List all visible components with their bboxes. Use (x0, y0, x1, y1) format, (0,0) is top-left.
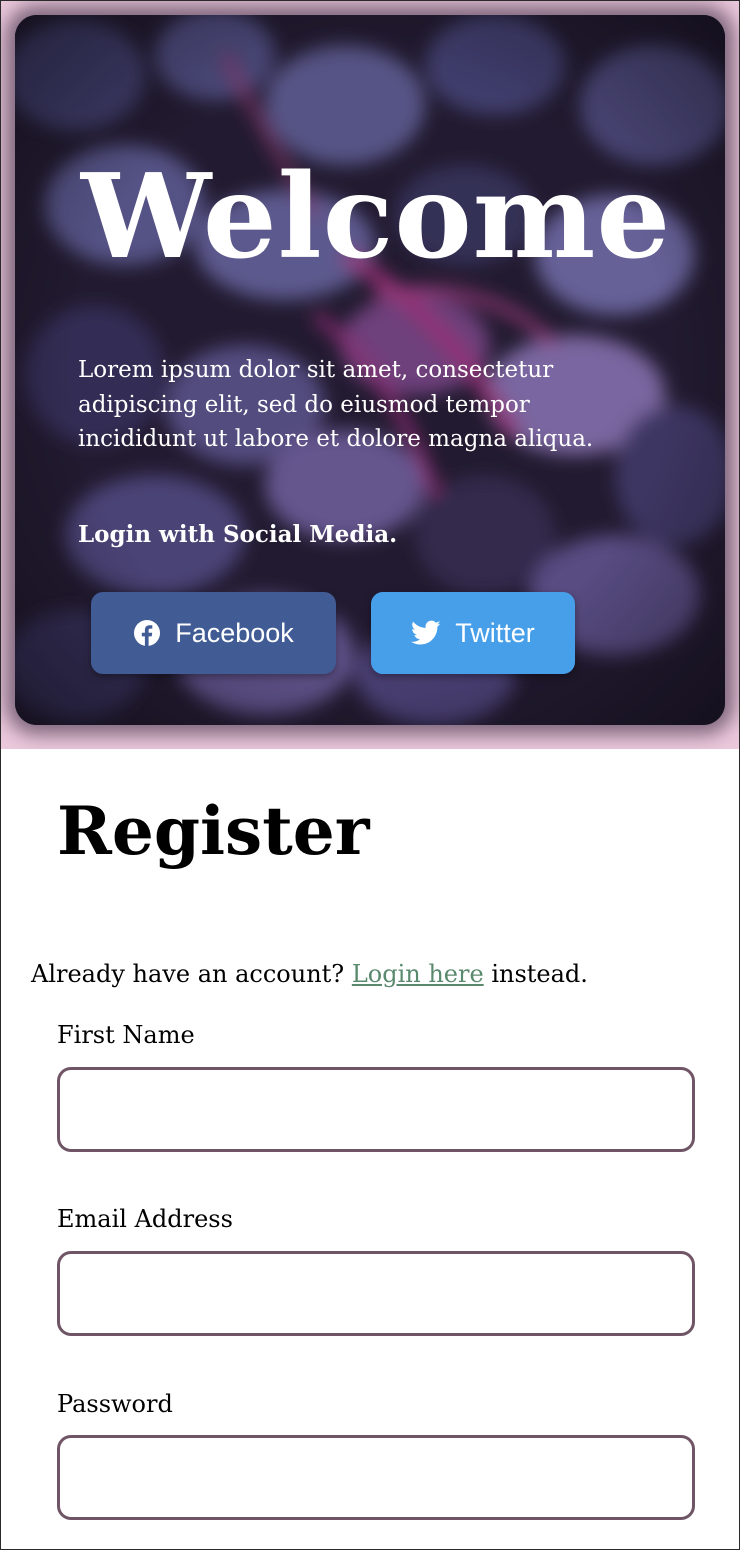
hero-section: Welcome Lorem ipsum dolor sit amet, cons… (1, 1, 739, 749)
password-label: Password (57, 1390, 173, 1418)
login-prompt-text: Already have an account? (31, 960, 345, 988)
facebook-icon (133, 619, 161, 647)
twitter-button-label: Twitter (455, 617, 535, 648)
facebook-button-label: Facebook (175, 617, 294, 648)
login-prompt: Already have an account? Login here inst… (31, 955, 588, 993)
first-name-label: First Name (57, 1021, 195, 1049)
password-input[interactable] (57, 1435, 695, 1520)
email-address-label: Email Address (57, 1205, 233, 1233)
register-title: Register (57, 792, 370, 870)
twitter-login-button[interactable]: Twitter (371, 592, 575, 674)
twitter-icon (411, 620, 441, 646)
page: Welcome Lorem ipsum dolor sit amet, cons… (0, 0, 740, 1550)
facebook-login-button[interactable]: Facebook (91, 592, 336, 674)
login-prompt-suffix: instead. (491, 960, 588, 988)
hero-description: Lorem ipsum dolor sit amet, consectetur … (78, 357, 594, 452)
email-address-input[interactable] (57, 1251, 695, 1336)
login-link[interactable]: Login here (352, 960, 484, 988)
first-name-input[interactable] (57, 1067, 695, 1152)
social-login-label: Login with Social Media. (78, 521, 398, 548)
hero-content: Welcome Lorem ipsum dolor sit amet, cons… (1, 1, 739, 749)
hero-title: Welcome (81, 149, 672, 285)
